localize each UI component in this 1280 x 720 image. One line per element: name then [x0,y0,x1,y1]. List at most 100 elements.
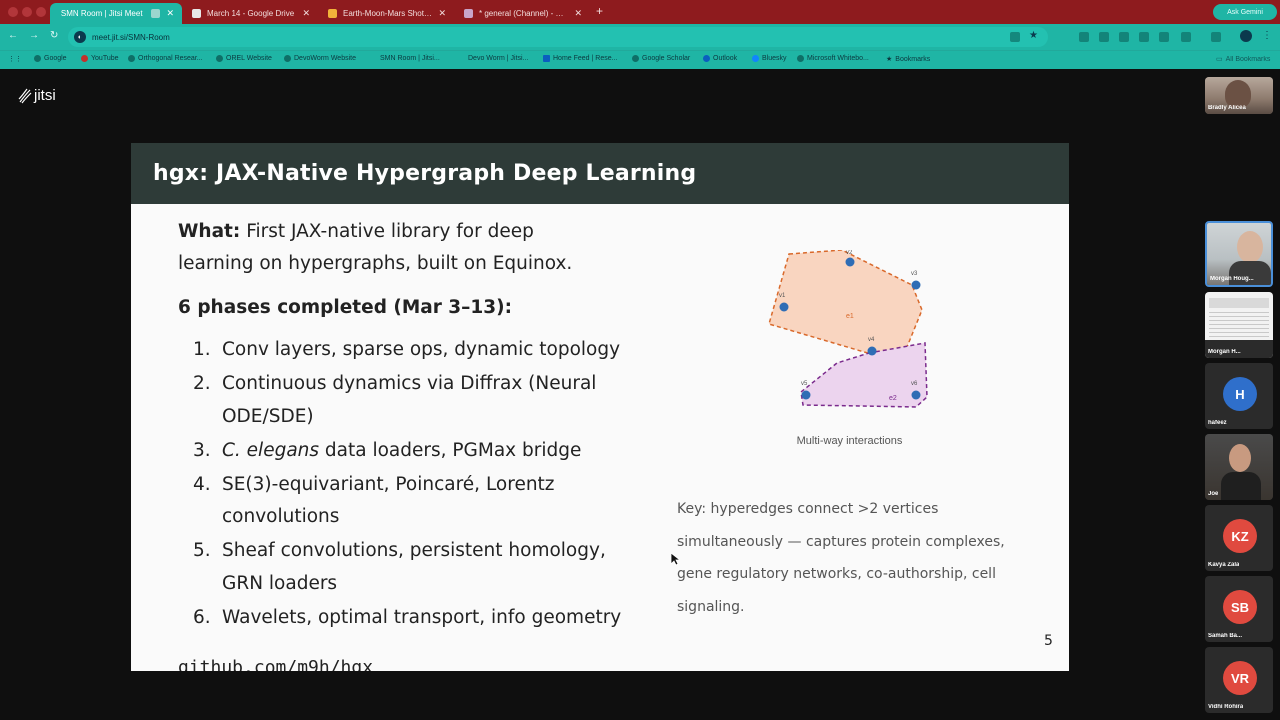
key-paragraph: Key: hyperedges connect >2 vertices simu… [677,501,1005,615]
extension-icon[interactable] [1139,32,1149,42]
bookmark-item[interactable]: Outlook [703,55,737,62]
bookmark-label: SMN Room | Jitsi... [380,55,440,62]
bookmark-item[interactable]: OREL Website [216,55,272,62]
vertex-v4 [867,346,877,356]
bookmark-item[interactable]: DevoWorm Website [284,55,356,62]
apps-grid-icon[interactable]: ⋮⋮ [8,55,22,63]
vertex-v2 [845,257,855,267]
window-minimize-dot[interactable] [22,7,32,17]
bluesky-icon [752,55,759,62]
reload-icon[interactable]: ↻ [50,30,58,41]
extension-icon[interactable] [1099,32,1109,42]
participant-tile[interactable]: Joe [1205,434,1273,500]
bookmark-folder[interactable]: ★ Bookmarks [886,55,931,64]
globe-icon [284,55,291,62]
screen-share-thumbnail [1209,312,1269,340]
participant-tile[interactable]: Morgan Houg... [1205,221,1273,287]
folder-icon: ▭ [1216,56,1223,63]
hypergraph-diagram: v1 v2 v3 v4 v5 v6 e1 e2 [768,250,928,408]
tab-smn-room[interactable]: SMN Room | Jitsi Meet ✕ [50,3,182,24]
close-tab-icon[interactable]: ✕ [166,8,174,19]
window-zoom-dot[interactable] [36,7,46,17]
address-bar[interactable]: ◐ meet.jit.si/SMN-Room [68,27,1048,47]
vertex-label: v4 [868,337,875,343]
participant-tile[interactable]: VR Vidhi Rohira [1205,647,1273,713]
bookmark-item[interactable]: SMN Room | Jitsi... [380,55,440,62]
bookmark-item[interactable]: Orthogonal Resear... [128,55,203,62]
tab-title: * general (Channel) - Orthog [479,9,568,18]
forward-icon[interactable]: → [29,30,39,41]
shared-screen-slide: hgx: JAX-Native Hypergraph Deep Learning… [131,143,1069,671]
profile-avatar-icon[interactable] [1240,30,1252,42]
bookmark-label: YouTube [91,55,119,62]
bookmark-item[interactable]: Home Feed | Rese... [543,55,617,62]
tab-title: March 14 - Google Drive [207,9,295,18]
back-icon[interactable]: ← [8,30,18,41]
bookmark-item[interactable]: Google [34,55,67,62]
extension-icon[interactable] [1079,32,1089,42]
all-bookmarks-folder[interactable]: ▭ All Bookmarks [1216,55,1270,64]
jitsi-logo[interactable]: jitsi [18,87,56,104]
browser-toolbar: ← → ↻ ◐ meet.jit.si/SMN-Room ★ ⋮ [0,24,1280,50]
tab-earth-moon-mars[interactable]: Earth-Moon-Mars Shot Issue ✕ [320,3,454,24]
bookmark-item[interactable]: Microsoft Whitebo... [797,55,869,62]
close-tab-icon[interactable]: ✕ [302,8,310,19]
ask-gemini-button[interactable]: Ask Gemini [1213,4,1277,20]
participant-tile[interactable]: KZ Kavya Zala [1205,505,1273,571]
bookmark-item[interactable]: Devo Worm | Jitsi... [468,55,528,62]
list-number: 2. [193,373,211,394]
bookmark-label: Microsoft Whitebo... [807,55,869,62]
slide-page-number: 5 [1044,633,1053,649]
participant-name: Morgan H... [1208,349,1241,355]
diagram-caption: Multi-way interactions [796,435,903,447]
new-tab-button[interactable]: + [596,4,603,18]
participant-tile[interactable]: H hafeez [1205,363,1273,429]
tab-general-channel[interactable]: * general (Channel) - Orthog ✕ [456,3,590,24]
close-tab-icon[interactable]: ✕ [438,8,446,19]
list-item: 6. Wavelets, optimal transport, info geo… [193,602,643,635]
bookmarks-bar: ⋮⋮ Google YouTube Orthogonal Resear... O… [0,50,1280,69]
window-close-dot[interactable] [8,7,18,17]
star-bookmark-icon[interactable]: ★ [1029,30,1038,41]
extension-icon[interactable] [1159,32,1169,42]
camera-icon [151,9,161,18]
whiteboard-icon [797,55,804,62]
tab-title: Earth-Moon-Mars Shot Issue [343,9,433,18]
edge-label: e1 [846,313,854,320]
bookmark-item[interactable]: YouTube [81,55,119,62]
close-tab-icon[interactable]: ✕ [574,8,582,19]
bookmark-label: Bookmarks [895,55,931,63]
bookmark-item[interactable]: Google Scholar [632,55,690,62]
drive-icon [192,9,201,18]
avatar: VR [1223,661,1257,695]
vertex-label: v3 [911,271,918,277]
extension-icon[interactable] [1119,32,1129,42]
slack-icon [464,9,473,18]
vertex-v6 [911,390,921,400]
bookmark-label: Google Scholar [642,55,691,62]
participant-tile[interactable]: SB Samah Ba... [1205,576,1273,642]
meeting-stage: jitsi hgx: JAX-Native Hypergraph Deep Le… [0,69,1280,720]
scholar-icon [632,55,639,62]
list-number: 1. [193,339,211,360]
mouse-cursor-icon [671,553,680,566]
list-item: 5. Sheaf convolutions, persistent homolo… [193,535,643,600]
cast-icon[interactable] [1010,32,1020,42]
list-number: 6. [193,606,211,628]
extensions-puzzle-icon[interactable] [1181,32,1191,42]
participant-tile[interactable]: Morgan H... [1205,292,1273,358]
list-number: 4. [193,473,211,495]
menu-kebab-icon[interactable]: ⋮ [1262,30,1272,41]
site-info-icon[interactable]: ◐ [74,31,86,43]
side-panel-icon[interactable] [1211,32,1221,42]
participant-tile[interactable]: Bradly Alicea [1205,77,1273,114]
slide-title: hgx: JAX-Native Hypergraph Deep Learning [153,161,697,186]
tab-google-drive[interactable]: March 14 - Google Drive ✕ [184,3,318,24]
vertex-label: v5 [801,381,808,387]
list-text: Sheaf convolutions, persistent homology,… [222,540,606,594]
list-text: Continuous dynamics via Diffrax (Neural … [222,373,597,427]
url-text: meet.jit.si/SMN-Room [92,32,170,42]
bookmark-item[interactable]: Bluesky [752,55,787,62]
vertex-v3 [911,280,921,290]
participant-name: Kavya Zala [1208,562,1240,568]
